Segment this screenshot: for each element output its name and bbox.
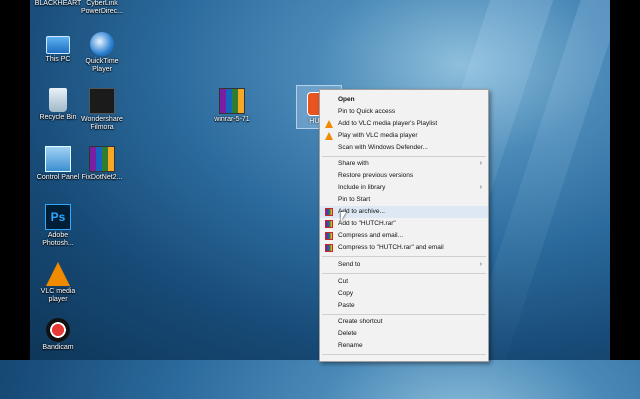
desktop-icon-bandicam[interactable]: Bandicam bbox=[32, 318, 84, 352]
menu-item-vlc-playlist[interactable]: Add to VLC media player's Playlist bbox=[320, 118, 488, 130]
winrar-icon bbox=[325, 232, 333, 240]
quicktime-icon bbox=[90, 32, 114, 56]
menu-item-label: Include in library bbox=[338, 184, 386, 191]
computer-icon bbox=[46, 36, 70, 54]
menu-separator bbox=[322, 156, 486, 157]
winrar-icon bbox=[89, 146, 115, 172]
winrar-icon bbox=[325, 220, 333, 228]
menu-item-open[interactable]: Open bbox=[320, 94, 488, 106]
chevron-right-icon: › bbox=[479, 261, 482, 268]
icon-label: winrar-5-71 bbox=[214, 116, 250, 123]
menu-item-label: Pin to Start bbox=[338, 196, 371, 203]
menu-item-label: Open bbox=[338, 96, 355, 103]
desktop-icon-vlc[interactable]: VLC media player bbox=[32, 262, 84, 304]
menu-item-label: Add to "HUTCH.rar" bbox=[338, 220, 396, 227]
winrar-icon bbox=[219, 88, 245, 114]
menu-item-paste[interactable]: Paste bbox=[320, 300, 488, 312]
menu-item-label: Copy bbox=[338, 290, 354, 297]
desktop-icon-cyberlink[interactable]: CyberLink PowerDirec... bbox=[76, 0, 128, 16]
icon-label: Bandicam bbox=[42, 344, 74, 351]
menu-item-cut[interactable]: Cut bbox=[320, 276, 488, 288]
menu-item-compress-email[interactable]: Compress and email... bbox=[320, 230, 488, 242]
menu-item-label: Share with bbox=[338, 160, 369, 167]
desktop-icon-winrar[interactable]: winrar-5-71 bbox=[206, 88, 258, 124]
menu-separator bbox=[322, 354, 486, 355]
icon-label: QuickTime Player bbox=[85, 58, 119, 73]
chevron-right-icon: › bbox=[479, 160, 482, 167]
menu-separator bbox=[322, 314, 486, 315]
menu-item-label: Compress and email... bbox=[338, 232, 404, 239]
vlc-icon bbox=[325, 120, 333, 128]
context-menu: Open Pin to Quick access Add to VLC medi… bbox=[319, 89, 489, 362]
menu-item-label: Compress to "HUTCH.rar" and email bbox=[338, 244, 444, 251]
icon-label: Adobe Photosh... bbox=[42, 232, 74, 247]
menu-separator bbox=[322, 273, 486, 274]
icon-label: VLC media player bbox=[40, 288, 76, 303]
mouse-cursor-icon bbox=[341, 212, 346, 221]
desktop-icon-fixdotnet[interactable]: FixDotNet2... bbox=[76, 146, 128, 182]
vlc-icon bbox=[325, 132, 333, 140]
menu-item-label: Rename bbox=[338, 342, 363, 349]
icon-label: CyberLink PowerDirec... bbox=[80, 0, 123, 15]
desktop-icon-photoshop[interactable]: Ps Adobe Photosh... bbox=[32, 204, 84, 248]
menu-item-restore-versions[interactable]: Restore previous versions bbox=[320, 170, 488, 182]
menu-item-label: Scan with Windows Defender... bbox=[338, 144, 428, 151]
menu-item-compress-hutch-email[interactable]: Compress to "HUTCH.rar" and email bbox=[320, 242, 488, 254]
menu-item-share-with[interactable]: Share with › bbox=[320, 158, 488, 170]
recycle-bin-icon bbox=[49, 88, 67, 112]
menu-item-pin-start[interactable]: Pin to Start bbox=[320, 194, 488, 206]
filmora-icon bbox=[89, 88, 115, 114]
icon-label: FixDotNet2... bbox=[81, 174, 123, 181]
desktop-icon-wondershare[interactable]: Wondershare Filmora bbox=[76, 88, 128, 132]
letterbox-right bbox=[610, 0, 640, 360]
icon-label: Wondershare Filmora bbox=[81, 116, 123, 131]
menu-item-copy[interactable]: Copy bbox=[320, 288, 488, 300]
bandicam-icon bbox=[46, 318, 70, 342]
menu-item-label: Pin to Quick access bbox=[338, 108, 396, 115]
menu-item-label: Create shortcut bbox=[338, 318, 383, 325]
menu-item-label: Delete bbox=[338, 330, 357, 337]
menu-item-scan-defender[interactable]: Scan with Windows Defender... bbox=[320, 142, 488, 154]
menu-item-include-library[interactable]: Include in library › bbox=[320, 182, 488, 194]
chevron-right-icon: › bbox=[479, 184, 482, 191]
menu-item-rename[interactable]: Rename bbox=[320, 340, 488, 352]
desktop-icon-quicktime[interactable]: QuickTime Player bbox=[76, 32, 128, 74]
menu-item-vlc-play[interactable]: Play with VLC media player bbox=[320, 130, 488, 142]
menu-item-send-to[interactable]: Send to › bbox=[320, 259, 488, 271]
menu-item-label: Cut bbox=[338, 278, 349, 285]
vlc-cone-icon bbox=[46, 262, 70, 286]
letterbox-left bbox=[0, 0, 30, 360]
menu-item-label: Restore previous versions bbox=[338, 172, 414, 179]
photoshop-icon: Ps bbox=[45, 204, 71, 230]
menu-item-delete[interactable]: Delete bbox=[320, 328, 488, 340]
menu-item-label: Add to VLC media player's Playlist bbox=[338, 120, 438, 127]
menu-separator bbox=[322, 256, 486, 257]
menu-item-pin-quick-access[interactable]: Pin to Quick access bbox=[320, 106, 488, 118]
menu-item-label: Send to bbox=[338, 261, 361, 268]
winrar-icon bbox=[325, 244, 333, 252]
control-panel-icon bbox=[45, 146, 71, 172]
menu-item-label: Paste bbox=[338, 302, 355, 309]
winrar-icon bbox=[325, 208, 333, 216]
menu-item-create-shortcut[interactable]: Create shortcut bbox=[320, 316, 488, 328]
menu-item-label: Play with VLC media player bbox=[338, 132, 418, 139]
